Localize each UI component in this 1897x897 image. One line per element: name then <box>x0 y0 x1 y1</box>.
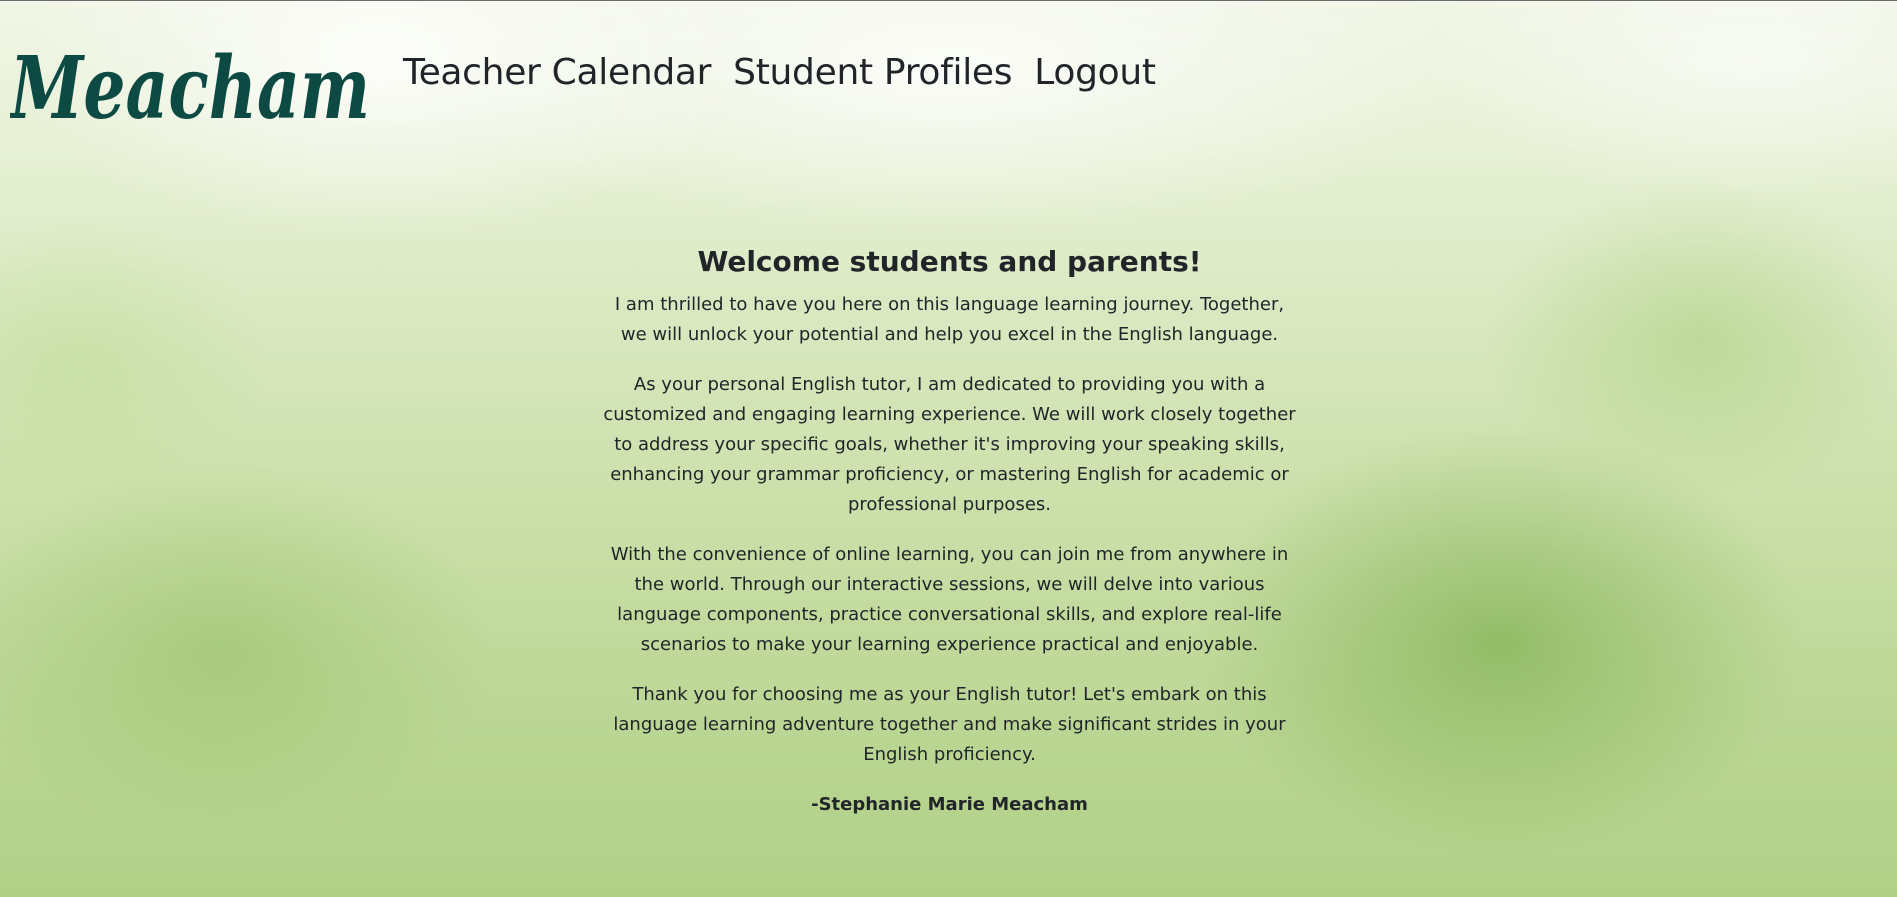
nav-student-profiles[interactable]: Student Profiles <box>733 52 1012 93</box>
navbar: Meacham Teacher Calendar Student Profile… <box>0 30 1178 130</box>
signature: -Stephanie Marie Meacham <box>811 794 1088 815</box>
brand-logo-text: Meacham <box>10 38 370 130</box>
welcome-heading: Welcome students and parents! <box>697 245 1202 278</box>
brand-logo[interactable]: Meacham <box>10 30 385 130</box>
online-paragraph: With the convenience of online learning,… <box>610 544 1289 655</box>
top-border <box>0 0 1897 1</box>
intro-paragraph: I am thrilled to have you here on this l… <box>614 294 1285 345</box>
tutor-paragraph: As your personal English tutor, I am ded… <box>603 374 1296 515</box>
thanks-paragraph: Thank you for choosing me as your Englis… <box>613 684 1286 765</box>
welcome-section: Welcome students and parents! I am thril… <box>602 244 1297 820</box>
nav-teacher-calendar[interactable]: Teacher Calendar <box>403 52 711 93</box>
nav-logout[interactable]: Logout <box>1034 52 1156 93</box>
nav-links: Teacher Calendar Student Profiles Logout <box>403 52 1178 93</box>
